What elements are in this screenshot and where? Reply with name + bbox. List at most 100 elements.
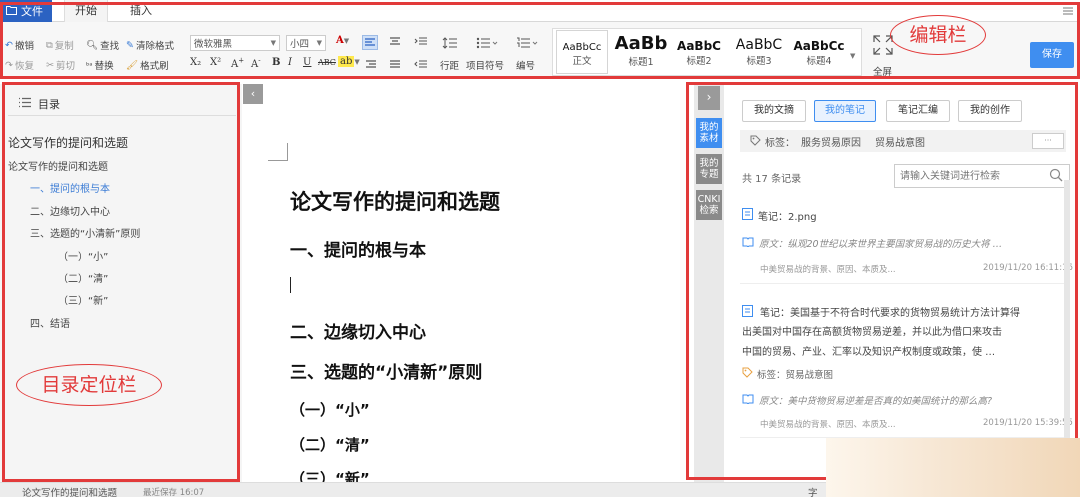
indent-button[interactable] [414,35,428,51]
status-doc-name: 论文写作的提问和选题 [22,488,118,497]
style-label: 标题4 [806,56,832,67]
status-word-count: 字 [808,488,818,497]
tab-my-creations[interactable]: 我的创作 [958,100,1022,122]
grow-font-button[interactable]: A+ [231,57,244,70]
font-size-select[interactable]: 小四 ▼ [286,35,326,51]
tab-note-compilation[interactable]: 笔记汇编 [886,100,950,122]
side-tab-my-topics[interactable]: 我的专题 [696,154,722,184]
font-color-button[interactable]: A▼ [336,35,349,46]
underline-button[interactable]: U [303,57,311,68]
align-right-button[interactable] [364,58,378,74]
style-heading4[interactable]: AaBbCc 标题4 [790,30,848,74]
note-source[interactable]: 中美贸易战的背景、原因、本质及... [760,263,896,275]
clear-format-button[interactable]: ✎ 清除格式 [126,38,174,53]
toc-item[interactable]: 一、提问的根与本 [30,180,110,195]
underline-icon: U [303,57,312,68]
toc-item[interactable]: （二）“清” [58,270,108,285]
italic-button[interactable]: I [288,57,292,68]
search-input[interactable] [900,166,1050,186]
note-quote-row: 原文：美中货物贸易逆差是否真的如美国统计的那么高? [742,393,1062,407]
outdent-button[interactable] [414,58,428,74]
highlighter-icon: ab [338,56,355,67]
bold-icon: B [272,57,281,68]
superscript-button[interactable]: X² [210,57,221,68]
tab-my-notes[interactable]: 我的笔记 [814,100,876,122]
toc-item[interactable]: 论文写作的提问和选题 [8,158,108,173]
side-tab-my-materials[interactable]: 我的素材 [696,118,722,148]
find-button[interactable]: 🔍︎ 查找 [86,38,119,53]
tab-insert[interactable]: 插入 [130,0,152,22]
doc-heading[interactable]: 三、选题的“小清新”原则 [290,358,482,383]
tag-chip[interactable]: 贸易战意图 [875,134,925,149]
format-painter-button[interactable]: 🖌︎ 格式刷 [126,58,169,73]
subscript-icon: X₂ [190,57,202,68]
numbering-dropdown[interactable] [516,36,538,53]
font-name-select[interactable]: 微软雅黑 ▼ [190,35,280,51]
shrink-font-button[interactable]: A- [251,57,261,70]
book-icon [742,394,754,407]
cut-button[interactable]: ✂ 剪切 [46,58,75,73]
note-tag[interactable]: 标签：贸易战意图 [757,367,833,381]
note-icon [742,208,753,223]
document-page[interactable] [263,84,685,482]
save-button[interactable]: 保存 [1030,42,1074,68]
line-spacing-dropdown[interactable] [442,36,462,53]
collapse-right-button[interactable]: › [698,86,720,110]
file-menu-button[interactable]: 文件 [0,0,52,22]
undo-button[interactable]: ↶ 撤销 [5,38,34,53]
style-heading1[interactable]: AaBb 标题1 [612,30,670,74]
replace-button[interactable]: ᵇᵃ 替换 [86,58,114,73]
text-cursor [290,277,291,293]
style-normal[interactable]: AaBbCc 正文 [556,30,608,74]
toc-item[interactable]: 论文写作的提问和选题 [8,134,128,151]
ribbon-collapse-icon[interactable] [1062,6,1074,16]
bullets-dropdown[interactable] [476,36,498,53]
toc-item[interactable]: 四、结语 [30,315,70,330]
tab-my-excerpts[interactable]: 我的文摘 [742,100,806,122]
page-margin-mark [268,143,288,161]
note-quote: 原文：美中货物贸易逆差是否真的如美国统计的那么高? [759,396,993,407]
style-label: 标题1 [628,57,654,68]
doc-title[interactable]: 论文写作的提问和选题 [290,186,500,216]
collapse-left-button[interactable]: ‹ [243,84,263,104]
doc-subheading[interactable]: （一）“小” [290,399,370,420]
side-tab-cnki-search[interactable]: CNKI检索 [696,190,722,220]
tag-label: 标签： [765,138,795,149]
align-center-button[interactable] [388,35,402,51]
indent-icon [414,37,427,45]
toc-title: 目录 [38,97,60,111]
toc-item[interactable]: （三）“新” [58,292,108,307]
fullscreen-label: 全屏 [873,67,893,78]
align-left-button[interactable] [362,35,378,50]
style-heading3[interactable]: AaBbC 标题3 [730,30,788,74]
redo-button[interactable]: ↷ 恢复 [5,58,34,73]
watermark-image [826,438,1080,497]
note-source[interactable]: 中美贸易战的背景、原因、本质及... [760,418,896,430]
strikethrough-button[interactable]: ABC [318,58,336,67]
clear-format-label: 清除格式 [135,41,174,52]
bold-button[interactable]: B [272,57,280,68]
material-scrollbar[interactable] [1064,180,1070,440]
note-quote: 原文：纵观20世纪以来世界主要国家贸易战的历史大将 … [759,239,1003,250]
style-gallery-more-icon[interactable]: ▼ [850,52,855,60]
chevron-down-icon: ▼ [354,58,360,66]
search-icon[interactable] [1049,168,1063,185]
tag-more-button[interactable]: ··· [1032,133,1064,149]
doc-subheading[interactable]: （三）“新” [290,468,370,482]
tag-chip[interactable]: 服务贸易原因 [801,134,861,149]
copy-button[interactable]: ⧉ 复制 [46,38,74,53]
toc-item[interactable]: （一）“小” [58,248,108,263]
search-box[interactable] [894,164,1070,188]
toc-item[interactable]: 三、选题的“小清新”原则 [30,225,140,240]
style-heading2[interactable]: AaBbC 标题2 [672,30,726,74]
doc-heading[interactable]: 一、提问的根与本 [290,236,426,261]
doc-heading[interactable]: 二、边缘切入中心 [290,318,426,343]
doc-subheading[interactable]: （二）“清” [290,434,370,455]
tab-start[interactable]: 开始 [64,0,108,22]
toc-item[interactable]: 二、边缘切入中心 [30,203,110,218]
note-card[interactable]: 笔记：2.png [742,208,817,223]
highlight-button[interactable]: ab ▼ [338,56,360,67]
scissors-icon: ✂ [46,59,54,71]
justify-button[interactable] [388,58,402,74]
subscript-button[interactable]: X₂ [190,57,201,68]
